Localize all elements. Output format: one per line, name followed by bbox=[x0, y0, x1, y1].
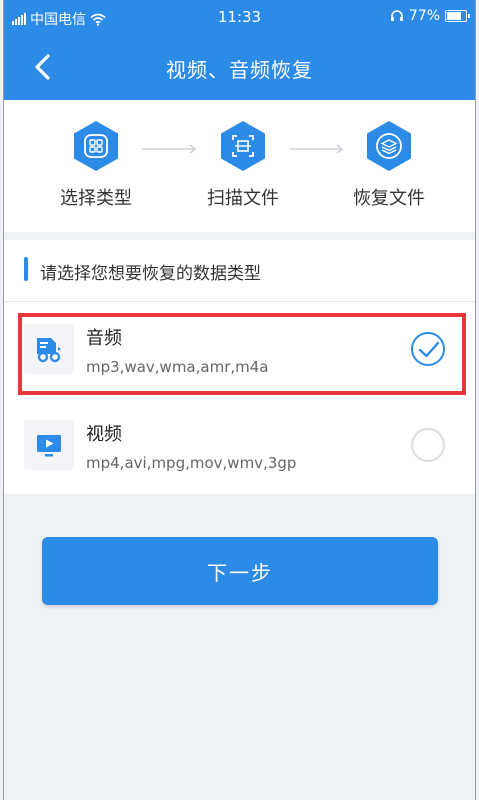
layers-icon bbox=[367, 121, 411, 171]
step-label: 选择类型 bbox=[60, 188, 132, 209]
battery-percent: 77% bbox=[408, 8, 440, 24]
option-formats: mp4,avi,mpg,mov,wmv,3gp bbox=[86, 454, 297, 472]
step-indicator: 选择类型 扫描文件 恢复文件 bbox=[4, 100, 475, 232]
next-button[interactable]: 下一步 bbox=[42, 537, 438, 605]
scan-icon bbox=[221, 121, 265, 171]
video-icon bbox=[37, 435, 61, 457]
radio-unchecked[interactable] bbox=[411, 428, 445, 462]
app-screen: 中国电信 11:33 77% 视频、音频恢复 选择类型 扫描文件 恢复文件 请选… bbox=[3, 0, 476, 800]
section-header: 请选择您想要恢复的数据类型 bbox=[4, 240, 475, 302]
status-bar: 中国电信 11:33 77% bbox=[4, 0, 475, 34]
step-recover-files: 恢复文件 bbox=[329, 120, 449, 210]
icon-box bbox=[24, 420, 74, 470]
selection-highlight bbox=[18, 313, 466, 395]
step-scan-files: 扫描文件 bbox=[183, 120, 303, 210]
nav-bar: 视频、音频恢复 bbox=[4, 34, 475, 100]
section-title: 请选择您想要恢复的数据类型 bbox=[40, 264, 261, 284]
option-video[interactable]: 视频 mp4,avi,mpg,mov,wmv,3gp bbox=[4, 398, 475, 494]
option-name: 视频 bbox=[86, 424, 122, 445]
status-right: 77% bbox=[390, 8, 470, 24]
grid-icon bbox=[74, 121, 118, 171]
headset-icon bbox=[390, 10, 403, 21]
step-select-type: 选择类型 bbox=[36, 120, 156, 210]
section-accent-bar bbox=[24, 257, 28, 281]
page-title: 视频、音频恢复 bbox=[166, 58, 313, 82]
battery-icon bbox=[445, 10, 470, 22]
step-label: 恢复文件 bbox=[353, 188, 425, 209]
step-label: 扫描文件 bbox=[207, 188, 279, 209]
